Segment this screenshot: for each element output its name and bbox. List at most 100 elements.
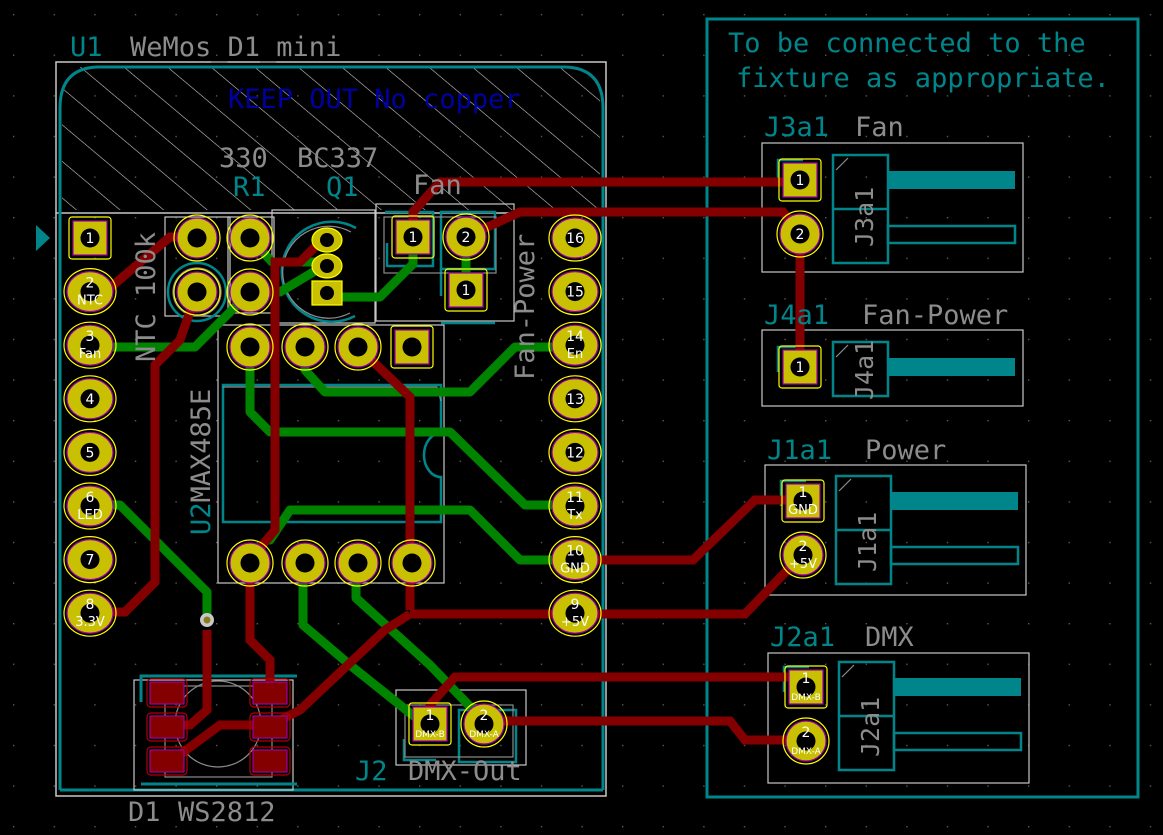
- ntc-value: NTC 100k: [131, 232, 162, 362]
- q1-pad-2[interactable]: [311, 253, 343, 279]
- pad-name: Fan: [79, 347, 102, 362]
- u1-pin-10[interactable]: 10 GND: [548, 535, 602, 584]
- j3a1-value: Fan: [855, 112, 904, 143]
- pad-number: 10: [566, 544, 584, 560]
- j4a1-ref: J4a1: [764, 300, 829, 331]
- fan-value: Fan: [413, 170, 462, 201]
- pcb-canvas[interactable]: 12NTC3Fan456LED783.3V161514En131211Tx10G…: [0, 0, 1163, 835]
- u1-pin-11[interactable]: 11 Tx: [548, 482, 602, 530]
- r1-ref: R1: [233, 172, 266, 203]
- u1-pin-14[interactable]: 14 En: [548, 321, 602, 369]
- pad-number: 16: [566, 231, 584, 247]
- j2-value: DMX-Out: [408, 756, 522, 787]
- u2-pad-4[interactable]: [388, 539, 436, 587]
- u1-pin-8[interactable]: 8 3.3V: [63, 589, 117, 637]
- pad-name: +5V: [561, 615, 589, 630]
- u2-pad-7[interactable]: [281, 323, 329, 371]
- j1a1-pad-2[interactable]: 2+5V: [779, 531, 827, 579]
- pad-number: 1: [796, 173, 805, 189]
- u1-pin-4[interactable]: 4: [63, 375, 117, 423]
- j1a1-ref: J1a1: [767, 435, 832, 466]
- q1-ref: Q1: [326, 172, 359, 203]
- r1-pad-1[interactable]: [226, 214, 274, 262]
- j4a1-pad-1[interactable]: 1: [778, 345, 822, 389]
- r1-pad-2[interactable]: [226, 268, 274, 316]
- j3a1-ref: J3a1: [764, 112, 829, 143]
- pad-number: 2: [802, 725, 811, 741]
- u1-pin-16[interactable]: 16: [548, 214, 602, 262]
- u2-pad-2[interactable]: [281, 539, 329, 587]
- pad-name: DMX-B: [415, 730, 445, 740]
- fan-power-value: Fan-Power: [510, 234, 541, 380]
- ntc-pad-1[interactable]: [173, 214, 221, 262]
- u1-pin-3[interactable]: 3 Fan: [63, 321, 117, 369]
- u1-pin-2[interactable]: 2 NTC: [63, 268, 117, 316]
- pad-name: +5V: [789, 557, 817, 572]
- j1a1-pad-1[interactable]: 1 GND: [781, 479, 825, 523]
- u1-pin-6[interactable]: 6 LED: [63, 482, 117, 530]
- d1-pad-5[interactable]: [249, 712, 291, 742]
- ntc-pad-2[interactable]: [173, 268, 221, 316]
- via: [200, 613, 214, 627]
- pad-name: LED: [77, 508, 102, 523]
- fan-pad-1[interactable]: 1: [391, 215, 435, 259]
- u1-pin-5[interactable]: 5: [63, 428, 117, 476]
- u1-pin-15[interactable]: 15: [548, 268, 602, 316]
- pad-number: 13: [566, 392, 584, 408]
- u2-label: U2MAX485E: [186, 389, 217, 535]
- j2-pad-1[interactable]: 1 DMX-B: [408, 702, 452, 746]
- j2a1-pad-2[interactable]: 2 DMX-A: [782, 717, 830, 765]
- fan-pad-2[interactable]: 2: [442, 213, 490, 261]
- u2-pad-1[interactable]: [226, 539, 274, 587]
- pad-name: DMX-B: [791, 693, 821, 703]
- u1-pin-7[interactable]: 7: [63, 535, 117, 584]
- r1-value: 330: [219, 143, 268, 174]
- d1-pad-1[interactable]: [146, 678, 188, 708]
- j2-pad-2[interactable]: 2 DMX-A: [460, 700, 508, 748]
- u2-pad-5[interactable]: [390, 325, 434, 369]
- pad-number: 8: [86, 597, 95, 613]
- pad-number: 1: [409, 230, 418, 246]
- u1-pin-1[interactable]: 1: [68, 216, 112, 260]
- pad-name: DMX-A: [469, 730, 499, 740]
- pad-name: En: [567, 347, 583, 362]
- pad-name: GND: [788, 503, 818, 518]
- fixture-note-line1: To be connected to the: [728, 28, 1086, 59]
- u1-pin-9[interactable]: 9+5V: [548, 589, 602, 637]
- q1-pad-1[interactable]: [311, 227, 343, 253]
- q1-pad-3[interactable]: [311, 280, 343, 306]
- d1-pad-4[interactable]: [249, 678, 291, 708]
- pad-number: 12: [566, 445, 584, 461]
- d1-value: WS2812: [178, 797, 276, 828]
- pad-number: 2: [462, 230, 471, 246]
- u2-pad-3[interactable]: [334, 539, 382, 587]
- j3a1-pad-2[interactable]: 2: [776, 210, 824, 258]
- d1-pad-2[interactable]: [146, 712, 188, 742]
- q1-value: BC337: [297, 143, 378, 174]
- j2a1-pad-1[interactable]: 1 DMX-B: [784, 665, 828, 709]
- d1-pad-3[interactable]: [146, 746, 188, 776]
- u1-pin-12[interactable]: 12: [548, 428, 602, 476]
- d1-pad-6[interactable]: [249, 746, 291, 776]
- pad-number: 1: [426, 708, 435, 724]
- u2-pad-8[interactable]: [226, 323, 274, 371]
- j4a1-value: Fan-Power: [862, 300, 1008, 331]
- u1-ref: U1: [70, 32, 103, 63]
- pad-number: 1: [796, 360, 805, 376]
- fixture-note-line2: fixture as appropriate.: [736, 63, 1110, 94]
- pad-number: 5: [86, 445, 95, 461]
- pad-number: 2: [480, 708, 489, 724]
- pad-number: 1: [802, 671, 811, 687]
- pad-number: 7: [86, 553, 95, 569]
- pad-name: DMX-A: [791, 747, 821, 757]
- j3a1-pad-1[interactable]: 1: [778, 158, 822, 202]
- pad-number: 2: [796, 227, 805, 243]
- pad-number: 3: [86, 329, 95, 345]
- u1-pin-13[interactable]: 13: [548, 375, 602, 423]
- u1-value: WeMos_D1_mini: [130, 32, 341, 63]
- pad-number: 4: [86, 392, 95, 408]
- u2-pad-6[interactable]: [334, 323, 382, 371]
- pad-name: 3.3V: [75, 615, 105, 630]
- pad-number: 15: [566, 285, 584, 301]
- fan-power-pad-1[interactable]: 1: [444, 268, 488, 312]
